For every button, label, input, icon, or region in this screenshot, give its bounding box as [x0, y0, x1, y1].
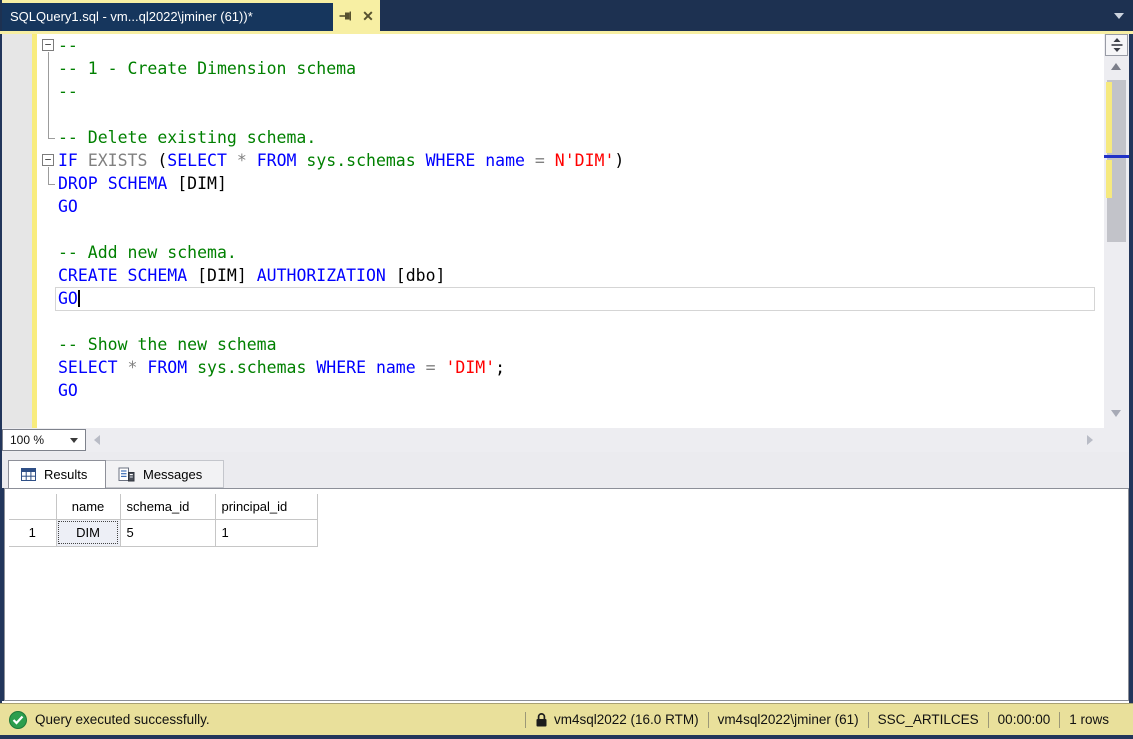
outlining-margin: [37, 241, 58, 264]
grid-row-header[interactable]: 1: [9, 519, 56, 546]
zoom-value: 100 %: [10, 433, 44, 447]
separator: [525, 712, 526, 728]
results-tab-strip: Results Messages: [2, 460, 1129, 488]
scroll-down-icon[interactable]: [1111, 410, 1121, 417]
outlining-margin: [37, 126, 58, 149]
collapse-region-icon[interactable]: −: [42, 39, 54, 51]
close-icon[interactable]: ✕: [359, 7, 377, 25]
code-line: -- Delete existing schema.: [37, 126, 1104, 149]
outlining-margin: [37, 218, 58, 241]
pane-splitter[interactable]: [2, 452, 1129, 460]
code-line: DROP SCHEMA [DIM]: [37, 172, 1104, 195]
sql-editor[interactable]: −---- 1 - Create Dimension schema-- -- De…: [2, 34, 1129, 428]
status-user: vm4sql2022\jminer (61): [718, 712, 859, 727]
lock-icon: [535, 712, 548, 728]
caret-position-marker: [1104, 155, 1129, 158]
outlining-margin: [37, 103, 58, 126]
outlining-margin: [37, 172, 58, 195]
change-mark: [1106, 160, 1112, 198]
code-line: [37, 310, 1104, 333]
code-line: CREATE SCHEMA [DIM] AUTHORIZATION [dbo]: [37, 264, 1104, 287]
code-line: GO: [37, 195, 1104, 218]
document-tab-strip: SQLQuery1.sql - vm...ql2022\jminer (61))…: [0, 0, 1133, 31]
chevron-down-icon: [70, 438, 78, 443]
code-line: -- Show the new schema: [37, 333, 1104, 356]
tab-list-dropdown-icon[interactable]: [1114, 13, 1124, 19]
results-grid-container: nameschema_idprincipal_id1DIM51: [4, 488, 1129, 701]
vertical-scrollbar[interactable]: [1104, 34, 1129, 428]
messages-icon: [118, 467, 135, 482]
code-line: -- 1 - Create Dimension schema: [37, 57, 1104, 80]
code-line: −--: [37, 34, 1104, 57]
tab-messages[interactable]: Messages: [106, 460, 224, 488]
separator: [1059, 712, 1060, 728]
success-icon: [9, 711, 27, 729]
code-line: --: [37, 80, 1104, 103]
text-caret: [78, 290, 80, 307]
separator: [708, 712, 709, 728]
outlining-margin: [37, 287, 58, 310]
results-grid-icon: [21, 468, 36, 481]
outlining-margin: [37, 264, 58, 287]
code-line: −IF EXISTS (SELECT * FROM sys.schemas WH…: [37, 149, 1104, 172]
outlining-margin: [37, 57, 58, 80]
grid-column-header[interactable]: name: [56, 494, 120, 519]
tab-messages-label: Messages: [143, 467, 202, 482]
outlining-margin: [37, 379, 58, 402]
code-line: GO: [37, 287, 1104, 310]
separator: [988, 712, 989, 728]
outlining-margin: −: [37, 149, 58, 172]
status-info-group: vm4sql2022 (16.0 RTM) vm4sql2022\jminer …: [516, 712, 1133, 728]
document-tab-title-area[interactable]: SQLQuery1.sql - vm...ql2022\jminer (61))…: [2, 3, 333, 31]
status-bar: Query executed successfully. vm4sql2022 …: [0, 703, 1133, 735]
code-line: GO: [37, 379, 1104, 402]
outlining-margin: [37, 356, 58, 379]
results-grid: nameschema_idprincipal_id1DIM51: [9, 494, 318, 547]
separator: [868, 712, 869, 728]
code-line: [37, 218, 1104, 241]
outlining-margin: −: [37, 34, 58, 57]
grid-column-header[interactable]: schema_id: [120, 494, 215, 519]
code-surface[interactable]: −---- 1 - Create Dimension schema-- -- De…: [37, 34, 1104, 428]
tab-results-label: Results: [44, 467, 87, 482]
zoom-dropdown[interactable]: 100 %: [2, 429, 86, 451]
ssms-window: SQLQuery1.sql - vm...ql2022\jminer (61))…: [0, 0, 1133, 739]
status-database: SSC_ARTILCES: [878, 712, 979, 727]
outlining-margin: [37, 333, 58, 356]
indicator-margin: [2, 34, 32, 428]
status-duration: 00:00:00: [998, 712, 1051, 727]
grid-corner-cell[interactable]: [9, 494, 56, 519]
outlining-margin: [37, 195, 58, 218]
grid-cell[interactable]: 5: [120, 519, 215, 546]
grid-header-row: nameschema_idprincipal_id: [9, 494, 317, 519]
outlining-margin: [37, 80, 58, 103]
status-rowcount: 1 rows: [1069, 712, 1109, 727]
scroll-up-icon[interactable]: [1111, 63, 1121, 70]
grid-cell[interactable]: 1: [215, 519, 317, 546]
pin-icon[interactable]: [336, 7, 354, 25]
editor-split-handle[interactable]: [1105, 34, 1128, 56]
scroll-left-icon[interactable]: [94, 435, 100, 445]
grid-data-row: 1DIM51: [9, 519, 317, 546]
status-server: vm4sql2022 (16.0 RTM): [554, 712, 699, 727]
scroll-right-icon[interactable]: [1087, 435, 1093, 445]
collapse-region-icon[interactable]: −: [42, 154, 54, 166]
change-mark: [1106, 82, 1112, 153]
tab-results[interactable]: Results: [8, 460, 106, 488]
code-line: [37, 103, 1104, 126]
horizontal-scrollbar[interactable]: 100 %: [2, 428, 1129, 452]
grid-column-header[interactable]: principal_id: [215, 494, 317, 519]
status-message: Query executed successfully.: [35, 712, 210, 727]
status-message-group: Query executed successfully.: [0, 711, 516, 729]
grid-cell[interactable]: DIM: [56, 519, 120, 546]
outlining-margin: [37, 310, 58, 333]
document-tab[interactable]: SQLQuery1.sql - vm...ql2022\jminer (61))…: [2, 0, 380, 31]
document-tab-title: SQLQuery1.sql - vm...ql2022\jminer (61))…: [2, 3, 333, 31]
code-line: -- Add new schema.: [37, 241, 1104, 264]
window-border: [0, 735, 1133, 739]
code-line: SELECT * FROM sys.schemas WHERE name = '…: [37, 356, 1104, 379]
